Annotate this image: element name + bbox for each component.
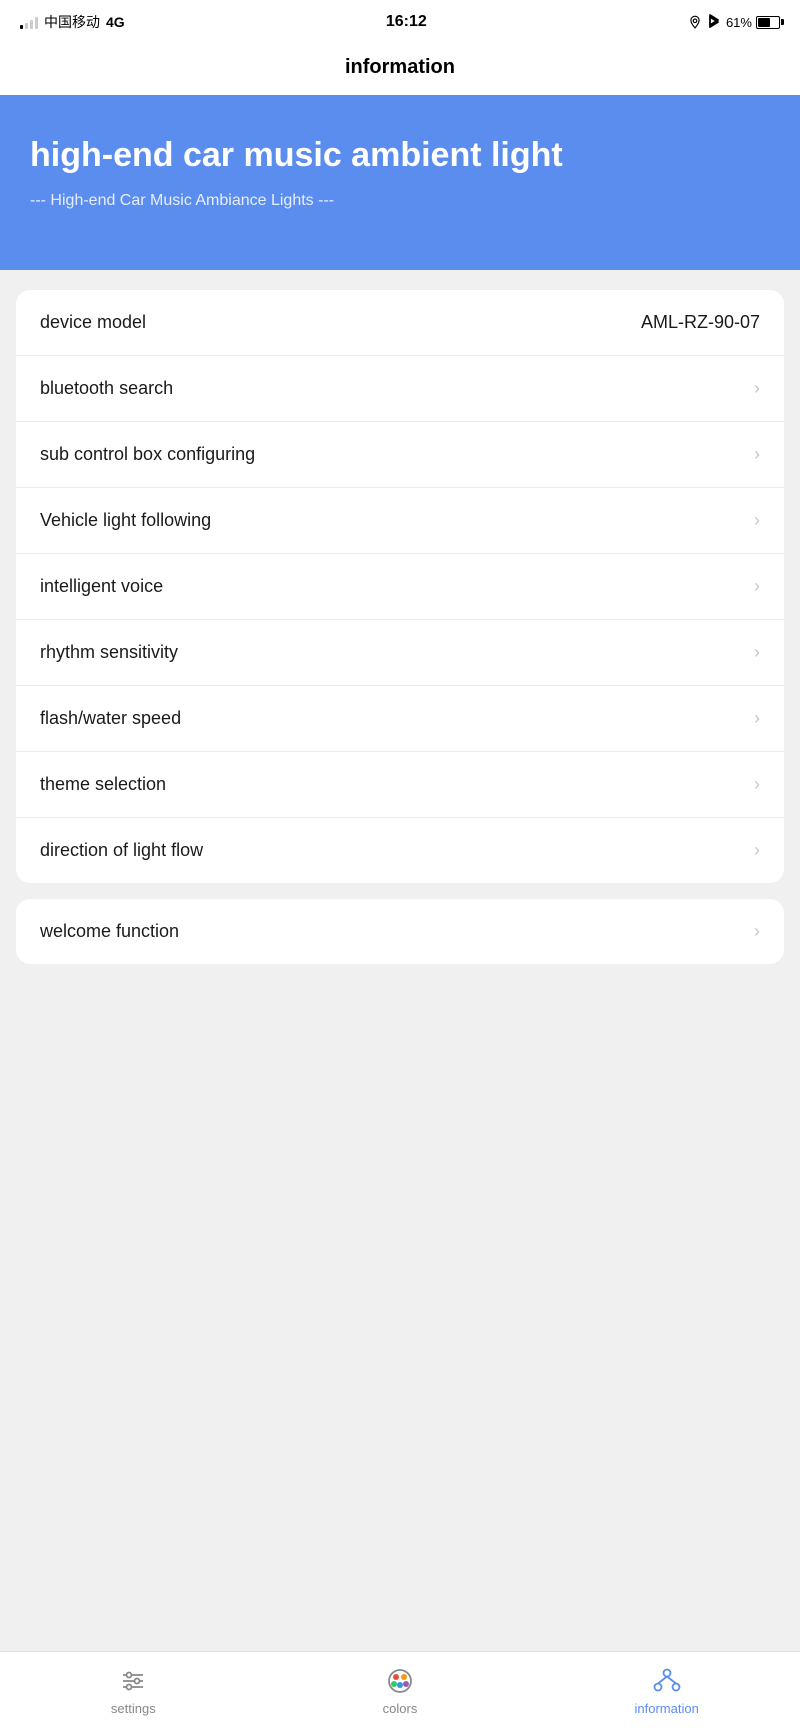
nav-information-label: information (635, 1701, 699, 1716)
battery-indicator: 61% (726, 15, 780, 30)
list-item-flash-water-speed[interactable]: flash/water speed › (16, 686, 784, 752)
status-right: 61% (688, 13, 780, 31)
chevron-icon: › (754, 378, 760, 399)
page-title: information (345, 56, 455, 78)
information-icon (653, 1667, 681, 1695)
chevron-icon: › (754, 642, 760, 663)
intelligent-voice-label: intelligent voice (40, 576, 163, 597)
location-icon (688, 15, 702, 29)
vehicle-light-label: Vehicle light following (40, 510, 211, 531)
welcome-function-label: welcome function (40, 921, 179, 942)
status-left: 中国移动 4G (20, 12, 125, 32)
page-header: information (0, 44, 800, 95)
direction-light-flow-label: direction of light flow (40, 840, 203, 861)
main-card: device model AML-RZ-90-07 bluetooth sear… (16, 290, 784, 883)
chevron-icon: › (754, 774, 760, 795)
status-bar: 中国移动 4G 16:12 61% (0, 0, 800, 44)
bottom-nav: settings colors information (0, 1651, 800, 1731)
chevron-icon: › (754, 510, 760, 531)
sub-control-box-label: sub control box configuring (40, 444, 255, 465)
content-area: device model AML-RZ-90-07 bluetooth sear… (0, 270, 800, 1651)
list-item-vehicle-light[interactable]: Vehicle light following › (16, 488, 784, 554)
nav-colors-label: colors (383, 1701, 418, 1716)
second-card: welcome function › (16, 899, 784, 964)
signal-icon (20, 15, 38, 29)
settings-icon (119, 1667, 147, 1695)
list-item-direction-light-flow[interactable]: direction of light flow › (16, 818, 784, 883)
device-model-value: AML-RZ-90-07 (641, 312, 760, 333)
rhythm-sensitivity-label: rhythm sensitivity (40, 642, 178, 663)
colors-icon (386, 1667, 414, 1695)
chevron-icon: › (754, 576, 760, 597)
carrier-text: 中国移动 (44, 12, 100, 32)
list-item-theme-selection[interactable]: theme selection › (16, 752, 784, 818)
bluetooth-icon (708, 13, 720, 31)
battery-fill (758, 18, 770, 27)
list-item-bluetooth-search[interactable]: bluetooth search › (16, 356, 784, 422)
hero-subtitle: --- High-end Car Music Ambiance Lights -… (30, 192, 770, 210)
chevron-icon: › (754, 840, 760, 861)
nav-settings-label: settings (111, 1701, 156, 1716)
device-model-label: device model (40, 312, 146, 333)
list-item-sub-control-box[interactable]: sub control box configuring › (16, 422, 784, 488)
chevron-icon: › (754, 444, 760, 465)
chevron-icon: › (754, 921, 760, 942)
list-item-welcome-function[interactable]: welcome function › (16, 899, 784, 964)
status-time: 16:12 (386, 13, 427, 31)
nav-item-information[interactable]: information (533, 1652, 800, 1731)
flash-water-speed-label: flash/water speed (40, 708, 181, 729)
list-item-rhythm-sensitivity[interactable]: rhythm sensitivity › (16, 620, 784, 686)
battery-icon (756, 16, 780, 29)
bluetooth-search-label: bluetooth search (40, 378, 173, 399)
list-item-intelligent-voice[interactable]: intelligent voice › (16, 554, 784, 620)
list-item-device-model[interactable]: device model AML-RZ-90-07 (16, 290, 784, 356)
hero-banner: high-end car music ambient light --- Hig… (0, 95, 800, 270)
battery-percent: 61% (726, 15, 752, 30)
network-type: 4G (106, 14, 125, 30)
nav-item-settings[interactable]: settings (0, 1652, 267, 1731)
theme-selection-label: theme selection (40, 774, 166, 795)
hero-title: high-end car music ambient light (30, 135, 770, 176)
nav-item-colors[interactable]: colors (267, 1652, 534, 1731)
chevron-icon: › (754, 708, 760, 729)
